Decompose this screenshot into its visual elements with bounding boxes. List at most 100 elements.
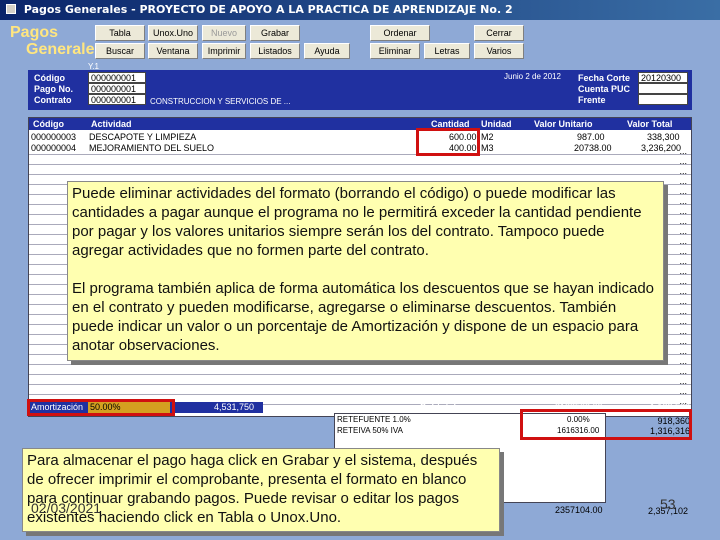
callout-activities: Puede eliminar actividades del formato (… <box>67 181 664 361</box>
table-row-divider <box>29 394 691 395</box>
empty-row-dots: ... <box>679 286 687 296</box>
cerrar-button[interactable]: Cerrar <box>474 25 524 41</box>
empty-row-dots: ... <box>679 276 687 286</box>
frente-label: Frente <box>578 95 606 105</box>
codigo-label: Código <box>34 73 65 83</box>
empty-row-dots: ... <box>679 296 687 306</box>
final-value: 2357104.00 <box>555 505 603 515</box>
listados-button[interactable]: Listados <box>250 43 300 59</box>
cell-unidad: M3 <box>481 143 494 153</box>
unoxuno-button[interactable]: Unox.Uno <box>148 25 198 41</box>
cell-actividad: MEJORAMIENTO DEL SUELO <box>89 143 215 153</box>
empty-row-dots: ... <box>679 336 687 346</box>
date-text: Junio 2 de 2012 <box>504 72 561 81</box>
letras-button[interactable]: Letras <box>424 43 470 59</box>
cuenta-puc-label: Cuenta PUC <box>578 84 631 94</box>
empty-row-dots: ... <box>679 386 687 396</box>
table-row-divider <box>29 384 691 385</box>
empty-row-dots: ... <box>679 346 687 356</box>
empty-row-dots: ... <box>679 166 687 176</box>
empty-row-dots: ... <box>679 226 687 236</box>
empty-row-dots: ... <box>679 326 687 336</box>
cell-valor-total: 3,236,200 <box>641 143 682 153</box>
highlight-cantidad <box>416 128 480 156</box>
imprimir-button[interactable]: Imprimir <box>202 43 246 59</box>
window-title: Pagos Generales - PROYECTO DE APOYO A LA… <box>23 3 513 16</box>
table-row[interactable]: 000000003 DESCAPOTE Y LIMPIEZA 600.00 M2… <box>29 132 691 142</box>
subtotal-label: Subtotal <box>420 402 456 412</box>
empty-row-dots: ... <box>679 356 687 366</box>
empty-row-dots: ... <box>679 316 687 326</box>
nuevo-button[interactable]: Nuevo <box>202 25 246 41</box>
app-icon <box>6 4 16 14</box>
cell-codigo[interactable]: 000000004 <box>31 143 76 153</box>
empty-row-dots: ... <box>679 156 687 166</box>
empty-row-dots: ... <box>679 306 687 316</box>
contrato-label: Contrato <box>34 95 72 105</box>
amortizacion-value: 4,531,750 <box>214 402 255 412</box>
empty-row-dots: ... <box>679 176 687 186</box>
empty-row-dots: ... <box>679 216 687 226</box>
ayuda-button[interactable]: Ayuda <box>304 43 350 59</box>
window-titlebar: Pagos Generales - PROYECTO DE APOYO A LA… <box>0 0 720 20</box>
table-row-divider <box>29 374 691 375</box>
table-row-divider <box>29 154 691 155</box>
col-unidad: Unidad <box>481 119 512 129</box>
slide-page-number: 53 <box>660 496 676 512</box>
pago-field[interactable]: 000000001 <box>88 83 146 94</box>
brand-line1: Pagos <box>10 24 59 41</box>
ordenar-button[interactable]: Ordenar <box>370 25 430 41</box>
toolbar: Pagos Generales Tabla Unox.Uno Nuevo Gra… <box>0 20 720 64</box>
fecha-corte-field[interactable]: 20120300 <box>638 72 688 83</box>
grabar-button[interactable]: Grabar <box>250 25 300 41</box>
highlight-deductions <box>520 409 692 440</box>
empty-row-dots: ... <box>679 366 687 376</box>
cell-valor-total: 338,300 <box>647 132 680 142</box>
highlight-amortizacion <box>27 399 175 416</box>
empty-row-dots: ... <box>679 206 687 216</box>
cell-actividad: DESCAPOTE Y LIMPIEZA <box>89 132 197 142</box>
deduction-label: RETEIVA 50% IVA <box>337 426 403 435</box>
deduction-label: RETEFUENTE 1.0% <box>337 415 411 424</box>
empty-row-dots: ... <box>679 246 687 256</box>
table-row-divider <box>29 364 691 365</box>
table-header: Código Actividad Cantidad Unidad Valor U… <box>29 118 691 130</box>
col-actividad: Actividad <box>91 119 132 129</box>
header-small-text: Y.1 <box>88 62 99 71</box>
empty-row-dots: ... <box>679 146 687 156</box>
callout-save: Para almacenar el pago haga click en Gra… <box>22 448 500 532</box>
col-codigo: Código <box>33 119 64 129</box>
empty-row-dots: ... <box>679 236 687 246</box>
eliminar-button[interactable]: Eliminar <box>370 43 420 59</box>
cuenta-puc-field[interactable] <box>638 83 688 94</box>
contract-description: CONSTRUCCION Y SERVICIOS DE ... <box>150 97 291 106</box>
pago-label: Pago No. <box>34 84 74 94</box>
empty-row-dots: ... <box>679 266 687 276</box>
contrato-field[interactable]: 000000001 <box>88 94 146 105</box>
codigo-field[interactable]: 000000001 <box>88 72 146 83</box>
callout-activities-p1: Puede eliminar actividades del formato (… <box>72 185 642 259</box>
cell-codigo[interactable]: 000000003 <box>31 132 76 142</box>
buscar-button[interactable]: Buscar <box>95 43 145 59</box>
brand-logo: Pagos Generales <box>10 24 103 58</box>
table-row-divider <box>29 164 691 165</box>
col-valor-total: Valor Total <box>627 119 673 129</box>
empty-row-dots: ... <box>679 376 687 386</box>
cell-valor-unitario: 987.00 <box>577 132 605 142</box>
table-row-divider <box>29 174 691 175</box>
slide-date: 02/03/2021 <box>31 500 102 516</box>
table-row[interactable]: 000000004 MEJORAMIENTO DEL SUELO 400.00 … <box>29 143 691 153</box>
header-panel: Y.1 Código Pago No. Contrato 000000001 0… <box>28 62 692 110</box>
fecha-corte-label: Fecha Corte <box>578 73 631 83</box>
tabla-button[interactable]: Tabla <box>95 25 145 41</box>
frente-field[interactable] <box>638 94 688 105</box>
ventana-button[interactable]: Ventana <box>148 43 198 59</box>
empty-row-dots: ... <box>679 196 687 206</box>
callout-activities-p2: El programa también aplica de forma auto… <box>72 280 655 354</box>
col-valor-unitario: Valor Unitario <box>534 119 593 129</box>
cell-valor-unitario: 20738.00 <box>574 143 612 153</box>
empty-row-dots: ... <box>679 256 687 266</box>
empty-row-dots: ... <box>679 186 687 196</box>
varios-button[interactable]: Varios <box>474 43 524 59</box>
brand-line2: Generales <box>26 41 104 58</box>
